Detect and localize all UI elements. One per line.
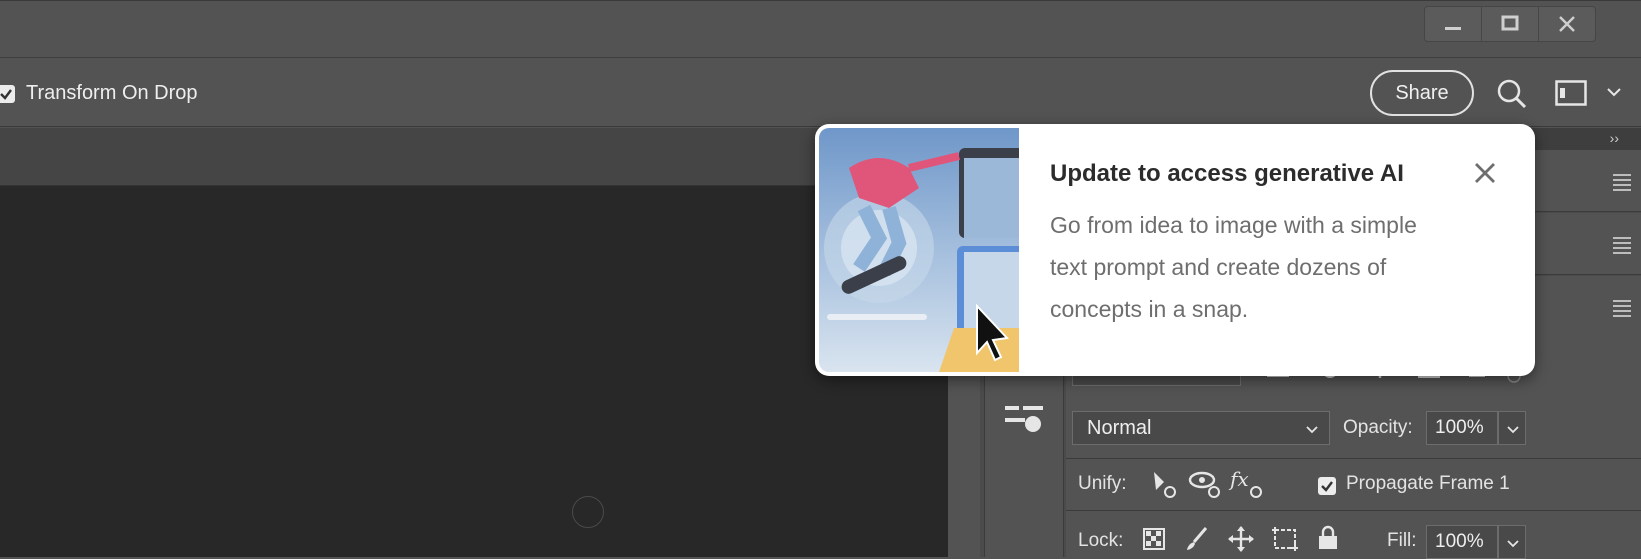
maximize-icon: [1501, 15, 1519, 31]
chevron-down-icon: [1306, 426, 1318, 434]
fill-input[interactable]: 100%: [1426, 525, 1498, 559]
lock-brush-icon[interactable]: [1184, 526, 1210, 552]
close-icon: [1559, 16, 1575, 32]
workspace-icon[interactable]: [1555, 80, 1587, 106]
chevron-down-icon[interactable]: [1606, 86, 1622, 98]
window-controls: [1424, 6, 1596, 42]
popup-title: Update to access generative AI: [1050, 160, 1404, 187]
search-icon[interactable]: [1496, 78, 1528, 110]
panel-menu-icon[interactable]: [1613, 300, 1631, 320]
popup-close-icon[interactable]: [1470, 158, 1500, 188]
lock-transparency-icon[interactable]: [1143, 528, 1165, 550]
title-bar: [0, 0, 1641, 58]
opacity-label: Opacity:: [1343, 417, 1413, 438]
minimize-button[interactable]: [1425, 7, 1482, 41]
double-chevron-icon[interactable]: ››: [1610, 130, 1619, 146]
close-button[interactable]: [1539, 7, 1595, 41]
transform-on-drop-checkbox[interactable]: [0, 85, 15, 103]
panel-icon-strip: [984, 370, 1064, 557]
skateboarder-illustration-icon: [824, 148, 1019, 372]
popup-illustration: [819, 128, 1019, 372]
panel-menu-icon[interactable]: [1613, 237, 1631, 257]
lock-all-icon[interactable]: [1317, 525, 1339, 551]
share-button[interactable]: Share: [1370, 70, 1474, 116]
lock-label: Lock:: [1078, 530, 1124, 551]
unify-style-icon[interactable]: fx: [1228, 466, 1266, 500]
opacity-input[interactable]: 100%: [1426, 411, 1498, 445]
transform-on-drop-label: Transform On Drop: [26, 82, 198, 104]
opacity-dropdown-button[interactable]: [1498, 411, 1526, 445]
divider: [1066, 510, 1641, 511]
blend-mode-value: Normal: [1087, 417, 1152, 439]
fill-dropdown-button[interactable]: [1498, 525, 1526, 559]
svg-text:fx: fx: [1228, 467, 1249, 491]
fill-label: Fill:: [1387, 530, 1417, 551]
unify-label: Unify:: [1078, 473, 1127, 494]
blend-mode-select[interactable]: Normal: [1072, 411, 1330, 445]
adjustments-icon[interactable]: [1003, 402, 1045, 438]
maximize-button[interactable]: [1482, 7, 1539, 41]
popup-body: Go from idea to image with a simple text…: [1050, 212, 1417, 322]
canvas-area[interactable]: [0, 186, 948, 557]
panel-menu-icon[interactable]: [1613, 174, 1631, 194]
brush-cursor-icon: [572, 496, 604, 528]
checkmark-icon: [0, 89, 12, 100]
unify-visibility-icon[interactable]: [1188, 468, 1224, 500]
checkmark-icon: [1321, 481, 1333, 492]
divider: [1066, 458, 1641, 459]
propagate-frame-label: Propagate Frame 1: [1346, 473, 1510, 494]
minimize-icon: [1445, 27, 1461, 30]
unify-position-icon[interactable]: [1146, 468, 1180, 500]
propagate-frame-checkbox[interactable]: [1318, 477, 1336, 495]
lock-artboard-icon[interactable]: [1270, 525, 1300, 553]
chevron-down-icon: [1507, 540, 1519, 548]
chevron-down-icon: [1507, 426, 1519, 434]
lock-position-icon[interactable]: [1227, 525, 1255, 553]
